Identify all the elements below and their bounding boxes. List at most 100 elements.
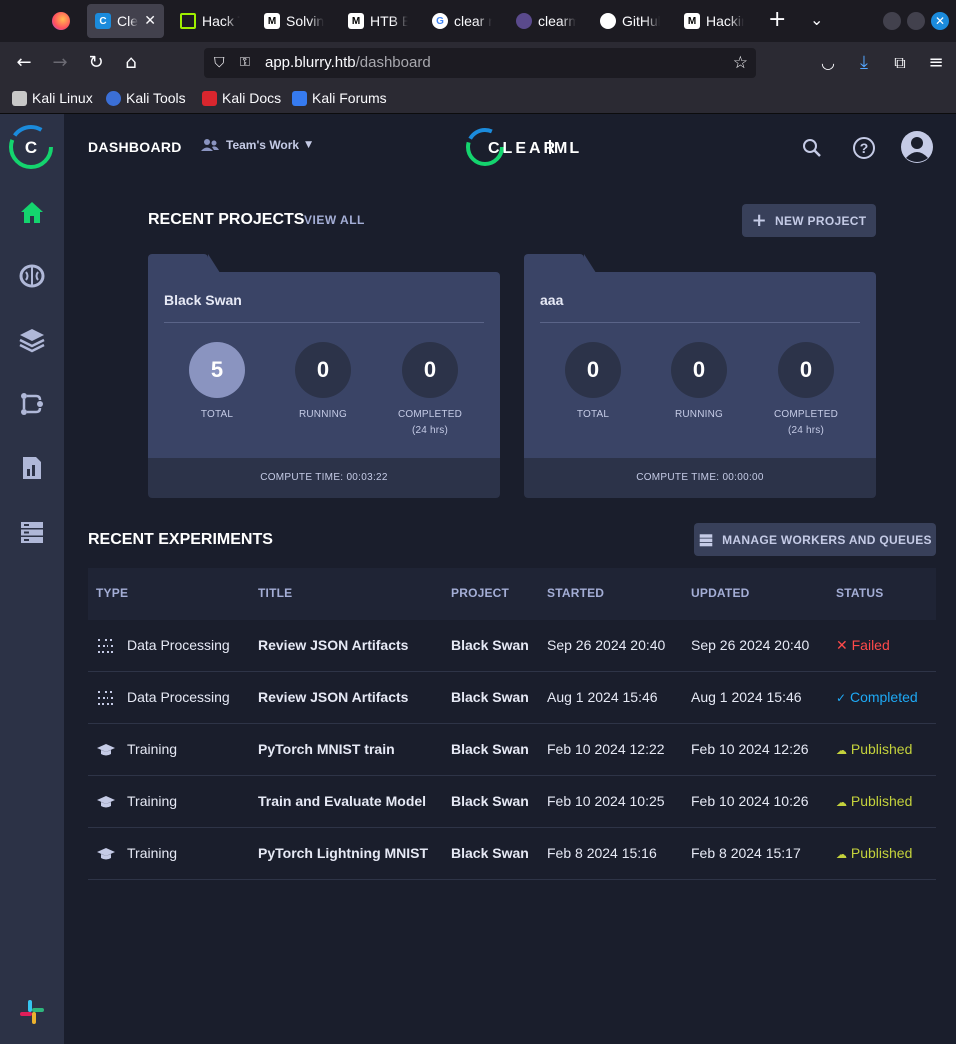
tab-title: Hackir xyxy=(706,13,744,29)
bookmark-kali-linux[interactable]: Kali Linux xyxy=(12,90,93,106)
project-card-black-swan[interactable]: Black Swan 5 TOTAL 0 RUNNING 0 COMPLETED… xyxy=(148,254,500,498)
user-avatar-icon[interactable] xyxy=(900,130,934,164)
table-row[interactable]: Training Train and Evaluate Model Black … xyxy=(88,776,936,828)
col-project[interactable]: PROJECT xyxy=(451,586,509,600)
bookmark-kali-forums[interactable]: Kali Forums xyxy=(292,90,387,106)
tab-medium-htb[interactable]: M HTB B xyxy=(340,4,416,38)
manage-label: MANAGE WORKERS AND QUEUES xyxy=(722,532,932,547)
minimize-window-icon[interactable] xyxy=(883,12,901,30)
cell-updated: Feb 8 2024 15:17 xyxy=(691,845,801,861)
home-icon[interactable]: ⌂ xyxy=(120,52,142,74)
url-text: app.blurry.htb/dashboard xyxy=(265,48,431,78)
tab-google-search[interactable]: G clear n xyxy=(424,4,500,38)
col-title[interactable]: TITLE xyxy=(258,586,292,600)
cell-type: Data Processing xyxy=(127,637,230,653)
project-card-aaa[interactable]: aaa 0 TOTAL 0 RUNNING 0 COMPLETED (24 hrs… xyxy=(524,254,876,498)
clearml-wordmark-logo: CLEAR ML xyxy=(466,128,579,166)
stat-total: 5 TOTAL xyxy=(162,342,272,423)
stat-value: 0 xyxy=(402,342,458,398)
stat-running: 0 RUNNING xyxy=(644,342,754,423)
cloud-published-icon: ☁ xyxy=(836,744,847,757)
firefox-menu-icon[interactable] xyxy=(52,12,70,30)
close-tab-icon[interactable]: ✕ xyxy=(144,13,156,29)
url-bar[interactable]: ⛉ ⚿ app.blurry.htb/dashboard ☆ xyxy=(204,48,756,78)
cell-title: Review JSON Artifacts xyxy=(258,637,409,653)
svg-text:CLEAR: CLEAR xyxy=(488,140,558,157)
close-window-icon[interactable]: ✕ xyxy=(931,12,949,30)
pipelines-icon[interactable] xyxy=(18,390,46,418)
search-icon[interactable] xyxy=(802,138,822,158)
maximize-window-icon[interactable] xyxy=(907,12,925,30)
tab-medium-solving[interactable]: M Solvin xyxy=(256,4,332,38)
cell-title: PyTorch Lightning MNIST xyxy=(258,845,429,861)
layers-datasets-icon[interactable] xyxy=(18,326,46,354)
slack-icon[interactable] xyxy=(18,998,46,1026)
cloud-published-icon: ☁ xyxy=(836,848,847,861)
view-all-link[interactable]: VIEW ALL xyxy=(304,213,365,227)
downloads-icon[interactable]: ⤓ xyxy=(853,52,875,74)
tab-title: GitHul xyxy=(622,13,660,29)
medium-icon: M xyxy=(684,13,700,29)
bookmark-label: Kali Linux xyxy=(32,90,93,106)
card-divider xyxy=(164,322,484,323)
failed-x-icon: ✕ xyxy=(836,638,848,654)
col-status[interactable]: STATUS xyxy=(836,586,883,600)
table-row[interactable]: Data Processing Review JSON Artifacts Bl… xyxy=(88,620,936,672)
col-type[interactable]: TYPE xyxy=(96,586,128,600)
tab-hackthebox[interactable]: Hack T xyxy=(172,4,248,38)
stat-completed: 0 COMPLETED (24 hrs) xyxy=(375,342,485,439)
home-nav-icon[interactable] xyxy=(18,198,46,226)
list-tabs-chevron-icon[interactable]: ⌄ xyxy=(810,10,823,29)
brain-projects-icon[interactable] xyxy=(18,262,46,290)
plus-icon: + xyxy=(751,209,768,231)
workspace-label: Team's Work xyxy=(226,138,300,152)
workers-queues-icon[interactable] xyxy=(18,518,46,546)
kali-tools-icon xyxy=(106,90,121,106)
help-icon[interactable]: ? xyxy=(852,136,876,160)
col-started[interactable]: STARTED xyxy=(547,586,604,600)
tab-title: Clea xyxy=(117,13,139,29)
new-tab-icon[interactable]: + xyxy=(768,9,786,31)
browser-tab-bar: C Clea ✕ Hack T M Solvin M HTB B G clear… xyxy=(0,0,956,42)
tab-medium-hacking[interactable]: M Hackir xyxy=(676,4,752,38)
manage-workers-queues-button[interactable]: MANAGE WORKERS AND QUEUES xyxy=(694,523,936,556)
project-name: aaa xyxy=(540,292,564,308)
tab-clearml[interactable]: C Clea ✕ xyxy=(87,4,164,38)
recent-experiments-title: RECENT EXPERIMENTS xyxy=(88,531,273,548)
clearml-logo-icon[interactable]: C xyxy=(8,124,54,170)
bookmark-star-icon[interactable]: ☆ xyxy=(733,48,748,78)
bookmark-kali-docs[interactable]: Kali Docs xyxy=(202,90,281,106)
workspace-selector[interactable]: Team's Work ▼ xyxy=(200,138,312,152)
training-cap-icon xyxy=(97,744,115,756)
bookmark-kali-tools[interactable]: Kali Tools xyxy=(106,90,186,106)
check-icon: ✓ xyxy=(836,691,847,705)
lock-icon[interactable]: ⚿ xyxy=(240,48,250,78)
table-row[interactable]: Training PyTorch MNIST train Black Swan … xyxy=(88,724,936,776)
cell-updated: Feb 10 2024 12:26 xyxy=(691,741,809,757)
reload-icon[interactable]: ↻ xyxy=(85,52,107,74)
stat-label: RUNNING xyxy=(298,409,348,420)
bookmark-label: Kali Tools xyxy=(126,90,186,106)
table-row[interactable]: Data Processing Review JSON Artifacts Bl… xyxy=(88,672,936,724)
data-processing-icon xyxy=(98,639,114,653)
table-row[interactable]: Training PyTorch Lightning MNIST Black S… xyxy=(88,828,936,880)
cell-project: Black Swan xyxy=(451,689,529,705)
reports-icon[interactable] xyxy=(18,454,46,482)
new-project-button[interactable]: + NEW PROJECT xyxy=(742,204,876,237)
extensions-icon[interactable]: ⧉ xyxy=(889,52,911,74)
shield-icon[interactable]: ⛉ xyxy=(214,48,225,78)
cell-status: ☁ Published xyxy=(836,845,912,861)
tab-clearml-cat[interactable]: clearm xyxy=(508,4,584,38)
cell-updated: Feb 10 2024 10:26 xyxy=(691,793,809,809)
bookmark-label: Kali Docs xyxy=(222,90,282,106)
pocket-icon[interactable]: ◡ xyxy=(817,52,839,74)
tab-github[interactable]: GitHul xyxy=(592,4,668,38)
col-updated[interactable]: UPDATED xyxy=(691,586,750,600)
hamburger-menu-icon[interactable]: ≡ xyxy=(925,52,947,74)
cell-started: Aug 1 2024 15:46 xyxy=(547,689,658,705)
tab-title: Solvin xyxy=(286,13,324,29)
back-icon[interactable]: ← xyxy=(13,52,35,74)
dashboard-main: RECENT PROJECTS VIEW ALL + NEW PROJECT B… xyxy=(64,180,956,1044)
forward-icon[interactable]: → xyxy=(49,52,71,74)
cell-updated: Aug 1 2024 15:46 xyxy=(691,689,802,705)
